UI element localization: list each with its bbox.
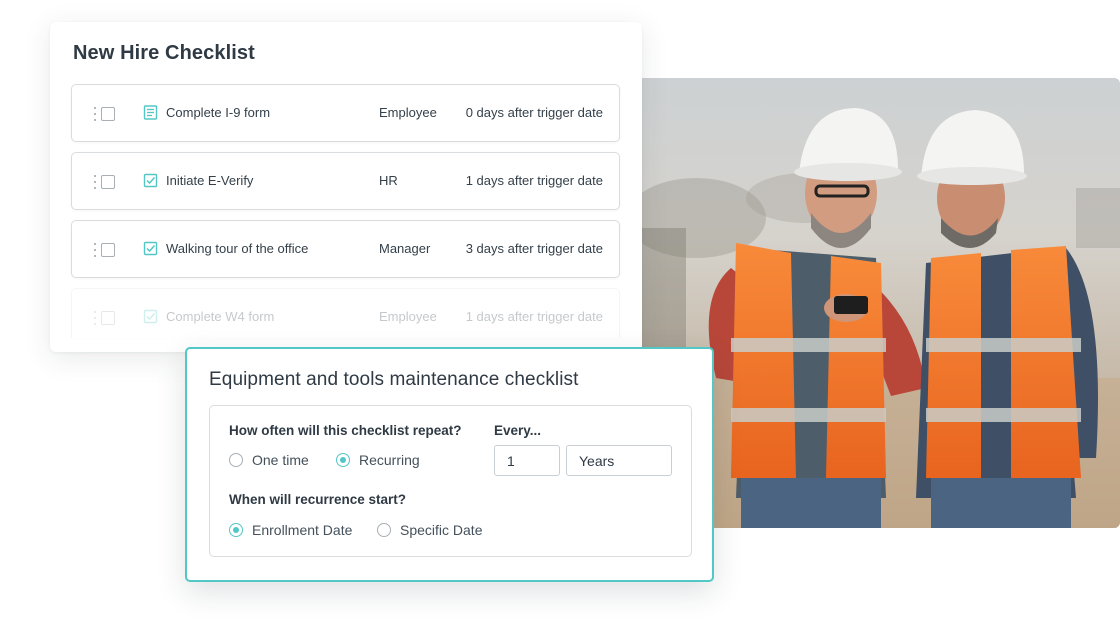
new-hire-checklist-card: New Hire Checklist Complete I-9 form Emp… — [50, 22, 642, 352]
new-hire-title: New Hire Checklist — [73, 42, 255, 64]
radio-label: Enrollment Date — [252, 522, 353, 538]
every-unit-select[interactable]: Years — [566, 445, 672, 476]
radio-label: Recurring — [359, 452, 420, 468]
every-label: Every... — [494, 423, 542, 438]
task-checkbox[interactable] — [101, 311, 115, 325]
radio-enrollment-date[interactable]: Enrollment Date — [229, 522, 352, 538]
task-name: Walking tour of the office — [166, 241, 309, 256]
radio-button[interactable] — [377, 523, 391, 537]
task-owner: Manager — [379, 241, 431, 256]
task-owner: HR — [379, 173, 398, 188]
every-value-input[interactable]: 1 — [494, 445, 560, 476]
checkbox-icon — [143, 173, 158, 188]
task-row[interactable]: Walking tour of the office Manager 3 day… — [71, 220, 620, 278]
task-checkbox[interactable] — [101, 107, 115, 121]
task-name: Complete W4 form — [166, 309, 275, 324]
checkbox-icon — [143, 309, 158, 324]
drag-handle-icon[interactable] — [93, 243, 97, 257]
task-row[interactable]: Complete I-9 form Employee 0 days after … — [71, 84, 620, 142]
radio-button[interactable] — [229, 453, 243, 467]
drag-handle-icon[interactable] — [93, 107, 97, 121]
repeat-question-label: How often will this checklist repeat? — [229, 423, 462, 438]
equipment-title: Equipment and tools maintenance checklis… — [209, 369, 579, 390]
drag-handle-icon[interactable] — [93, 311, 97, 325]
radio-button[interactable] — [336, 453, 350, 467]
form-icon — [143, 105, 158, 120]
task-row[interactable]: Complete W4 form Employee 1 days after t… — [71, 288, 620, 338]
task-name: Complete I-9 form — [166, 105, 271, 120]
drag-handle-icon[interactable] — [93, 175, 97, 189]
radio-label: Specific Date — [400, 522, 483, 538]
task-owner: Employee — [379, 105, 437, 120]
task-due: 1 days after trigger date — [465, 173, 603, 188]
task-checkbox[interactable] — [101, 243, 115, 257]
task-due: 1 days after trigger date — [465, 309, 603, 324]
task-name: Initiate E-Verify — [166, 173, 254, 188]
radio-specific-date[interactable]: Specific Date — [377, 522, 482, 538]
checkbox-icon — [143, 241, 158, 256]
radio-one-time[interactable]: One time — [229, 452, 309, 468]
task-checkbox[interactable] — [101, 175, 115, 189]
radio-recurring[interactable]: Recurring — [336, 452, 420, 468]
task-row[interactable]: Initiate E-Verify HR 1 days after trigge… — [71, 152, 620, 210]
radio-label: One time — [252, 452, 309, 468]
task-due: 0 days after trigger date — [465, 105, 603, 120]
equipment-checklist-card: Equipment and tools maintenance checklis… — [185, 347, 714, 582]
radio-button[interactable] — [229, 523, 243, 537]
task-due: 3 days after trigger date — [465, 241, 603, 256]
start-question-label: When will recurrence start? — [229, 492, 407, 507]
task-owner: Employee — [379, 309, 437, 324]
recurrence-settings-panel: How often will this checklist repeat? On… — [209, 405, 692, 557]
